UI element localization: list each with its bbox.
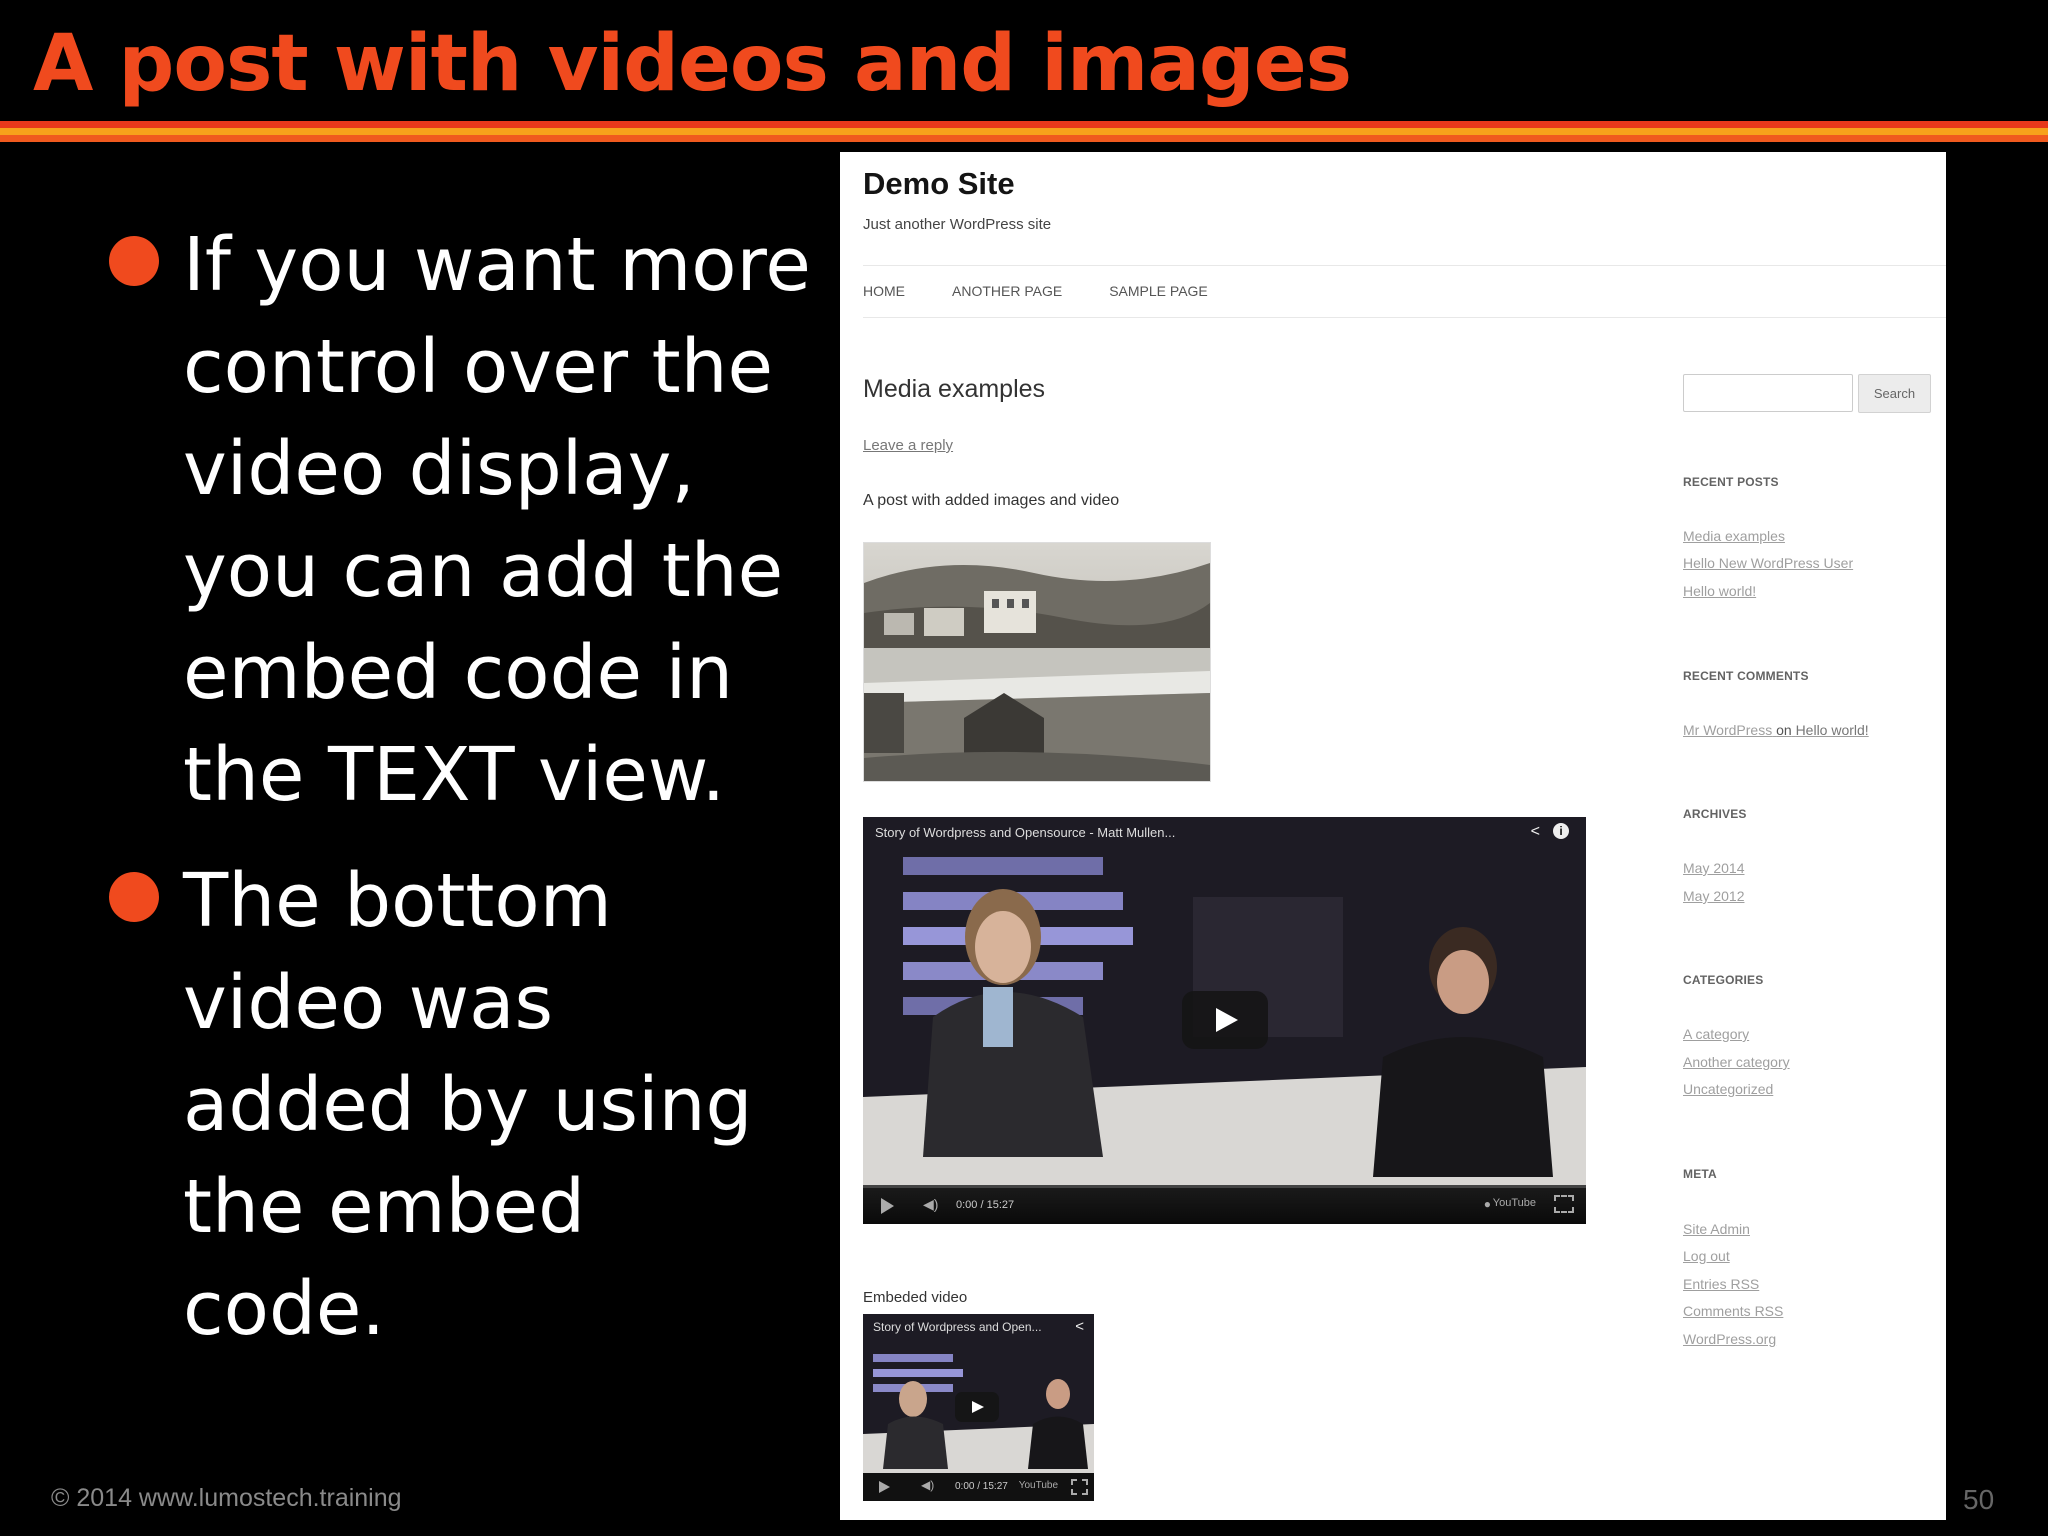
embed-label: Embeded video — [863, 1289, 968, 1306]
recent-post-link[interactable]: Hello New WordPress User — [1683, 555, 1853, 571]
share-icon[interactable]: < — [1075, 1318, 1084, 1335]
slide-footer: © 2014 www.lumostech.training — [51, 1484, 402, 1512]
wordpress-screenshot: Demo Site Just another WordPress site HO… — [840, 152, 1946, 1520]
historic-photo-icon — [864, 543, 1210, 781]
bullet-list: If you want more control over the video … — [105, 214, 811, 1360]
post-title[interactable]: Media examples — [863, 375, 1045, 404]
bullet-text: If you want more control over the video … — [183, 222, 811, 818]
bullet-dot-icon — [109, 872, 159, 922]
widget-title-categories: CATEGORIES — [1683, 973, 1764, 987]
category-link[interactable]: Uncategorized — [1683, 1081, 1773, 1097]
embed-video-title[interactable]: Story of Wordpress and Open... — [873, 1320, 1042, 1334]
settings-icon[interactable]: ● — [1484, 1197, 1491, 1211]
fullscreen-icon[interactable] — [1071, 1479, 1088, 1495]
volume-icon[interactable]: ◀) — [921, 1478, 934, 1492]
category-link[interactable]: Another category — [1683, 1054, 1790, 1070]
meta-link[interactable]: Site Admin — [1683, 1221, 1750, 1237]
youtube-video-player[interactable]: Story of Wordpress and Opensource - Matt… — [863, 817, 1586, 1224]
bullet-item: If you want more control over the video … — [105, 214, 811, 826]
divider — [863, 265, 1946, 266]
youtube-logo-icon[interactable]: YouTube — [1493, 1197, 1536, 1209]
comment-post-link[interactable]: Hello world! — [1796, 722, 1869, 738]
meta-link[interactable]: Comments RSS — [1683, 1303, 1783, 1319]
comment-author-link[interactable]: Mr WordPress — [1683, 722, 1772, 738]
widget-title-archives: ARCHIVES — [1683, 807, 1747, 821]
video-time: 0:00 / 15:27 — [956, 1199, 1015, 1211]
volume-icon[interactable]: ◀) — [923, 1196, 938, 1213]
post-text: A post with added images and video — [863, 492, 1120, 509]
video-time: 0:00 / 15:27 — [955, 1481, 1008, 1492]
recent-post-link[interactable]: Media examples — [1683, 528, 1785, 544]
widget-title-meta: META — [1683, 1167, 1717, 1181]
site-nav: HOME ANOTHER PAGE SAMPLE PAGE — [863, 283, 1208, 299]
info-icon[interactable]: i — [1553, 823, 1569, 839]
embedded-video-player[interactable]: Story of Wordpress and Open... < ◀) 0:00… — [863, 1314, 1094, 1501]
bullet-dot-icon — [109, 236, 159, 286]
share-icon[interactable]: < — [1531, 823, 1540, 841]
divider — [863, 317, 1946, 318]
widget-title-recent-posts: RECENT POSTS — [1683, 475, 1779, 489]
search-input[interactable] — [1683, 374, 1853, 412]
comment-on-text: on — [1776, 722, 1792, 738]
page-number: 50 — [1963, 1484, 1995, 1515]
archive-link[interactable]: May 2014 — [1683, 860, 1744, 876]
search-button[interactable]: Search — [1858, 374, 1931, 413]
control-play-icon[interactable] — [881, 1198, 894, 1214]
meta-link[interactable]: WordPress.org — [1683, 1331, 1776, 1347]
play-button-icon[interactable] — [1182, 991, 1268, 1049]
control-play-icon[interactable] — [879, 1481, 890, 1493]
recent-post-link[interactable]: Hello world! — [1683, 583, 1756, 599]
video-title[interactable]: Story of Wordpress and Opensource - Matt… — [875, 825, 1175, 840]
post-image[interactable] — [863, 542, 1211, 782]
site-title[interactable]: Demo Site — [863, 166, 1015, 202]
bullet-text: The bottom video was added by using the … — [183, 858, 753, 1352]
slide-title: A post with videos and images — [33, 19, 1352, 109]
widget-title-recent-comments: RECENT COMMENTS — [1683, 669, 1809, 683]
youtube-logo-icon[interactable]: YouTube — [1019, 1480, 1058, 1491]
nav-item-another-page[interactable]: ANOTHER PAGE — [952, 283, 1062, 299]
site-description: Just another WordPress site — [863, 216, 1052, 233]
embed-video-controls: ◀) 0:00 / 15:27 YouTube — [863, 1473, 1094, 1501]
recent-comment-item: Mr WordPress on Hello world! — [1683, 722, 1869, 738]
title-stripes — [0, 121, 2048, 142]
meta-link[interactable]: Entries RSS — [1683, 1276, 1759, 1292]
nav-item-sample-page[interactable]: SAMPLE PAGE — [1109, 283, 1208, 299]
fullscreen-icon[interactable] — [1554, 1195, 1574, 1213]
category-link[interactable]: A category — [1683, 1026, 1749, 1042]
bullet-item: The bottom video was added by using the … — [105, 850, 805, 1360]
video-controls: ◀) 0:00 / 15:27 ● YouTube — [863, 1188, 1586, 1224]
leave-reply-link[interactable]: Leave a reply — [863, 437, 953, 454]
archive-link[interactable]: May 2012 — [1683, 888, 1744, 904]
meta-link[interactable]: Log out — [1683, 1248, 1730, 1264]
nav-item-home[interactable]: HOME — [863, 283, 905, 299]
play-button-icon[interactable] — [955, 1392, 999, 1422]
